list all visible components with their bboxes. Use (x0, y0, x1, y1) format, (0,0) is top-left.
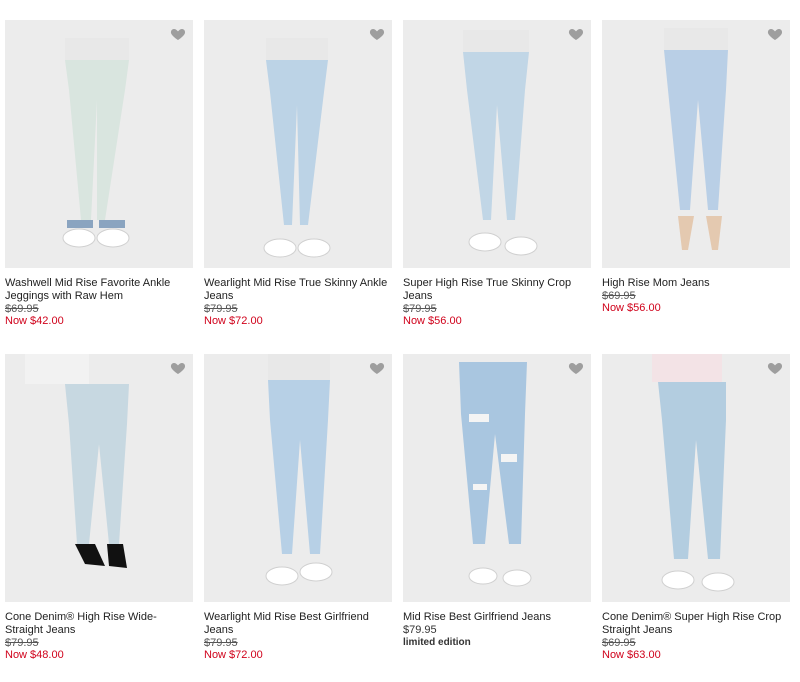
sale-price: Now $63.00 (602, 649, 661, 661)
product-image[interactable] (204, 354, 392, 602)
product-image[interactable] (403, 354, 591, 602)
jeans-illustration (263, 38, 331, 258)
sale-price: Now $56.00 (602, 302, 661, 314)
sale-price: Now $48.00 (5, 649, 64, 661)
product-title[interactable]: Wearlight Mid Rise Best Girlfriend Jeans (204, 611, 392, 637)
product-title[interactable]: Cone Denim® High Rise Wide-Straight Jean… (5, 611, 193, 637)
original-price: $79.95 (204, 303, 238, 315)
product-title[interactable]: High Rise Mom Jeans (602, 277, 790, 290)
sale-price: Now $72.00 (204, 315, 263, 327)
heart-icon[interactable] (568, 26, 584, 42)
jeans-illustration (664, 28, 728, 250)
product-image[interactable] (403, 20, 591, 268)
product-image[interactable] (5, 354, 193, 602)
jeans-illustration (25, 354, 129, 568)
heart-icon[interactable] (369, 26, 385, 42)
sale-price: Now $56.00 (403, 315, 462, 327)
original-price: $69.95 (602, 290, 636, 302)
heart-icon[interactable] (369, 360, 385, 376)
product-title[interactable]: Cone Denim® Super High Rise Crop Straigh… (602, 611, 790, 637)
product-image[interactable] (602, 20, 790, 268)
heart-icon[interactable] (170, 360, 186, 376)
jeans-illustration (652, 354, 735, 592)
original-price: $79.95 (204, 637, 238, 649)
price: $79.95 (403, 624, 437, 636)
limited-edition-badge: limited edition (403, 637, 471, 648)
product-image[interactable] (5, 20, 193, 268)
product-card[interactable]: High Rise Mom Jeans $69.95 Now $56.00 (602, 20, 790, 315)
product-image[interactable] (204, 20, 392, 268)
product-card[interactable]: Cone Denim® Super High Rise Crop Straigh… (602, 354, 790, 662)
jeans-illustration (62, 38, 130, 248)
heart-icon[interactable] (170, 26, 186, 42)
product-card[interactable]: Cone Denim® High Rise Wide-Straight Jean… (5, 354, 193, 662)
product-image[interactable] (602, 354, 790, 602)
jeans-illustration (463, 30, 538, 256)
product-card[interactable]: Wearlight Mid Rise Best Girlfriend Jeans… (204, 354, 392, 662)
heart-icon[interactable] (767, 360, 783, 376)
sale-price: Now $42.00 (5, 315, 64, 327)
original-price: $69.95 (5, 303, 39, 315)
heart-icon[interactable] (568, 360, 584, 376)
original-price: $79.95 (403, 303, 437, 315)
product-title[interactable]: Wearlight Mid Rise True Skinny Ankle Jea… (204, 277, 392, 303)
product-title[interactable]: Washwell Mid Rise Favorite Ankle Jegging… (5, 277, 193, 303)
product-card[interactable]: Super High Rise True Skinny Crop Jeans $… (403, 20, 591, 328)
original-price: $79.95 (5, 637, 39, 649)
product-card[interactable]: Wearlight Mid Rise True Skinny Ankle Jea… (204, 20, 392, 328)
jeans-illustration (265, 354, 333, 586)
product-card[interactable]: Washwell Mid Rise Favorite Ankle Jegging… (5, 20, 193, 328)
product-title[interactable]: Super High Rise True Skinny Crop Jeans (403, 277, 591, 303)
sale-price: Now $72.00 (204, 649, 263, 661)
heart-icon[interactable] (767, 26, 783, 42)
product-grid: Washwell Mid Rise Favorite Ankle Jegging… (0, 0, 800, 682)
product-card[interactable]: Mid Rise Best Girlfriend Jeans $79.95 li… (403, 354, 591, 649)
original-price: $69.95 (602, 637, 636, 649)
product-title[interactable]: Mid Rise Best Girlfriend Jeans (403, 611, 591, 624)
jeans-illustration (459, 362, 532, 587)
